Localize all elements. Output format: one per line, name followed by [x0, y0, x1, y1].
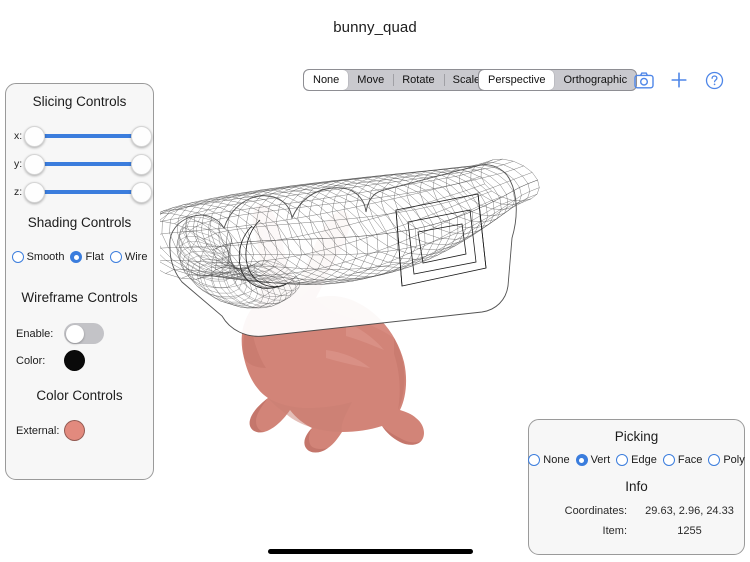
picking-option-poly-label: Poly — [723, 454, 745, 466]
radio-icon-edge — [616, 454, 629, 466]
external-color-label: External: — [16, 424, 60, 437]
picking-mode-radio-group[interactable]: None Vert Edge Face Poly — [528, 454, 745, 466]
projection-orthographic[interactable]: Orthographic — [554, 70, 636, 90]
info-item-value: 1255 — [677, 525, 702, 537]
picking-option-face[interactable]: Face — [662, 454, 703, 466]
slicing-slider-y[interactable]: y: — [14, 153, 152, 175]
transform-mode-segmented-control[interactable]: None Move Rotate Scale — [303, 69, 491, 91]
picking-option-edge-label: Edge — [631, 454, 657, 466]
wireframe-mesh-bunny — [169, 164, 517, 337]
controls-panel: Slicing Controls x: y: z: Shading Contro… — [5, 83, 154, 480]
toggle-knob — [65, 324, 84, 343]
shading-option-flat-label: Flat — [85, 251, 104, 263]
info-title: Info — [625, 479, 648, 494]
slicing-slider-x-track[interactable] — [24, 125, 152, 147]
slicing-controls-title: Slicing Controls — [32, 94, 127, 109]
info-coordinates-value: 29.63, 2.96, 24.33 — [645, 505, 734, 517]
radio-icon-smooth — [11, 251, 24, 263]
transform-mode-rotate[interactable]: Rotate — [393, 70, 443, 90]
slicing-slider-y-rail — [31, 162, 145, 166]
slicing-slider-x-handle-min[interactable] — [24, 126, 45, 147]
transform-mode-none[interactable]: None — [304, 70, 349, 90]
shading-option-flat[interactable]: Flat — [70, 251, 104, 263]
info-item-label: Item: — [602, 525, 627, 537]
slicing-slider-y-handle-max[interactable] — [131, 154, 152, 175]
color-controls-title: Color Controls — [36, 388, 123, 403]
slicing-slider-y-handle-min[interactable] — [24, 154, 45, 175]
picking-option-vert-label: Vert — [590, 454, 611, 466]
slicing-slider-x-handle-max[interactable] — [131, 126, 152, 147]
info-coordinates-label: Coordinates: — [564, 505, 627, 517]
page-title: bunny_quad — [333, 19, 417, 36]
wireframe-controls-title: Wireframe Controls — [21, 290, 138, 305]
wireframe-quad-lines — [160, 158, 540, 309]
shading-option-smooth-label: Smooth — [26, 251, 65, 263]
picking-option-vert[interactable]: Vert — [575, 454, 611, 466]
wireframe-color-label: Color: — [16, 354, 46, 367]
shading-option-wire[interactable]: Wire — [109, 251, 148, 263]
picking-panel: Picking None Vert Edge Face Poly Info Co… — [528, 419, 745, 555]
home-indicator — [268, 549, 473, 554]
transform-mode-move[interactable]: Move — [348, 70, 393, 90]
slicing-slider-z-handle-max[interactable] — [131, 182, 152, 203]
info-row-coordinates: Coordinates: 29.63, 2.96, 24.33 — [529, 505, 746, 517]
projection-perspective[interactable]: Perspective — [479, 70, 555, 90]
radio-icon-face — [662, 454, 675, 466]
info-row-item: Item: 1255 — [529, 525, 746, 537]
radio-icon-none — [528, 454, 541, 466]
shading-option-wire-label: Wire — [124, 251, 148, 263]
plus-icon[interactable] — [666, 67, 692, 93]
radio-icon-wire — [109, 251, 122, 263]
wireframe-inner-cavity — [238, 193, 487, 289]
radio-icon-vert — [575, 454, 588, 466]
radio-icon-poly — [708, 454, 721, 466]
wireframe-color-row: Color: — [16, 350, 85, 371]
camera-icon[interactable] — [631, 67, 657, 93]
slicing-slider-x-rail — [31, 134, 145, 138]
slicing-slider-z[interactable]: z: — [14, 181, 152, 203]
wireframe-enable-row: Enable: — [16, 323, 104, 344]
question-circle-icon[interactable] — [701, 67, 727, 93]
wireframe-enable-toggle[interactable] — [64, 323, 104, 344]
projection-mode-segmented-control[interactable]: Perspective Orthographic — [478, 69, 638, 91]
shading-option-smooth[interactable]: Smooth — [11, 251, 65, 263]
shading-mode-radio-group[interactable]: Smooth Flat Wire — [6, 251, 153, 263]
solid-mesh-facets — [243, 206, 422, 453]
wireframe-enable-label: Enable: — [16, 327, 54, 340]
slicing-slider-z-rail — [31, 190, 145, 194]
slicing-slider-x[interactable]: x: — [14, 125, 152, 147]
picking-option-edge[interactable]: Edge — [616, 454, 657, 466]
picking-option-face-label: Face — [677, 454, 703, 466]
picking-option-none-label: None — [543, 454, 570, 466]
picking-title: Picking — [614, 429, 659, 444]
picking-option-poly[interactable]: Poly — [708, 454, 745, 466]
slicing-slider-z-track[interactable] — [24, 181, 152, 203]
solid-mesh-bunny — [241, 203, 424, 453]
slicing-slider-z-handle-min[interactable] — [24, 182, 45, 203]
slicing-slider-y-track[interactable] — [24, 153, 152, 175]
external-color-swatch[interactable] — [64, 420, 85, 441]
external-color-row: External: — [16, 420, 85, 441]
wireframe-color-swatch[interactable] — [64, 350, 85, 371]
wireframe-silhouette — [169, 164, 517, 337]
radio-icon-flat — [70, 251, 83, 263]
shading-controls-title: Shading Controls — [27, 215, 132, 230]
picking-option-none[interactable]: None — [528, 454, 570, 466]
